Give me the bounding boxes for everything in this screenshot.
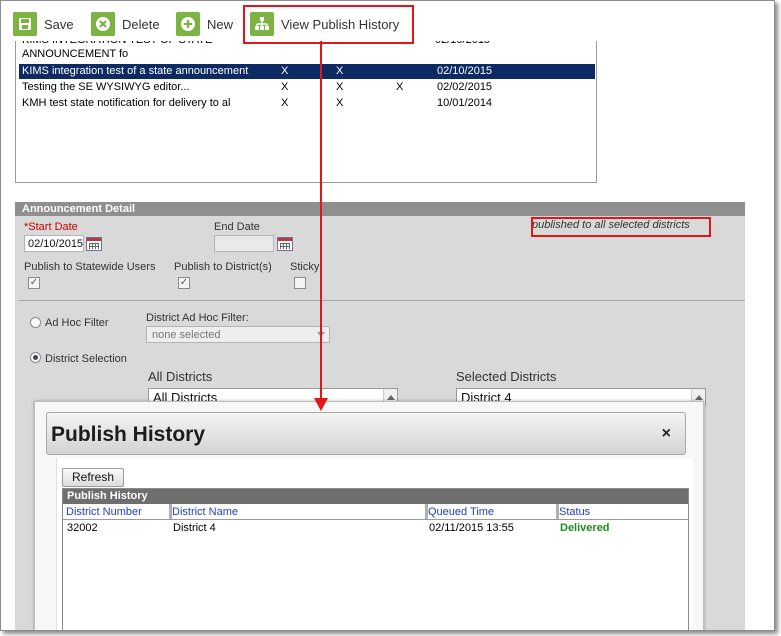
district-ad-hoc-filter-value: none selected [152, 329, 221, 341]
publish-history-modal: Publish History × Refresh Publish Histor… [34, 401, 704, 630]
section-divider [19, 300, 745, 301]
table-header: District Number District Name Queued Tim… [63, 504, 688, 520]
start-date-label: *Start Date [24, 221, 78, 233]
view-publish-history-button[interactable]: View Publish History [250, 11, 399, 37]
announcement-date: 02/10/2015 [437, 65, 493, 77]
district-flag: X [336, 97, 344, 109]
status-cell: Delivered [560, 522, 610, 534]
publish-district-checkbox[interactable]: ✓ [178, 277, 190, 289]
column-queued-time[interactable]: Queued Time [425, 506, 494, 518]
district-selection-radio[interactable] [30, 352, 41, 363]
district-ad-hoc-filter-select[interactable]: none selected [146, 326, 330, 343]
district-name-cell: District 4 [173, 522, 216, 534]
announcement-date: 10/01/2014 [437, 97, 493, 109]
all-districts-title: All Districts [148, 369, 213, 384]
callout-arrow [314, 41, 328, 411]
save-button[interactable]: Save [13, 11, 74, 37]
delete-icon [91, 12, 115, 36]
toolbar: Save Delete New View Publish History [1, 1, 774, 41]
view-publish-history-label: View Publish History [281, 16, 400, 32]
new-icon [176, 12, 200, 36]
end-date-input[interactable] [214, 235, 274, 252]
announcement-title: KMH test state notification for delivery… [22, 97, 231, 109]
publish-statewide-label: Publish to Statewide Users [24, 261, 156, 273]
list-item[interactable]: KMH test state notification for delivery… [19, 96, 595, 111]
statewide-flag: X [281, 97, 289, 109]
table-title: Publish History [63, 489, 688, 504]
delete-label: Delete [122, 16, 160, 32]
publish-status-note: published to all selected districts [532, 219, 690, 231]
district-number-cell: 32002 [67, 522, 98, 534]
close-icon[interactable]: × [662, 425, 671, 443]
announcement-list: KIMS INTEGRATION TEST OF STATE 02/10/201… [15, 35, 597, 183]
start-date-input[interactable]: 02/10/2015 [24, 235, 84, 252]
save-icon [13, 12, 37, 36]
selected-districts-title: Selected Districts [456, 369, 557, 384]
statewide-flag: X [281, 65, 289, 77]
announcement-title: Testing the SE WYSIWYG editor... [22, 81, 190, 93]
district-selection-label: District Selection [45, 353, 127, 365]
announcement-date: 02/02/2015 [437, 81, 493, 93]
ad-hoc-filter-label: Ad Hoc Filter [45, 317, 109, 329]
modal-body: Refresh Publish History District Number … [56, 458, 693, 630]
delete-button[interactable]: Delete [91, 11, 160, 37]
save-label: Save [44, 16, 74, 32]
list-item[interactable]: ANNOUNCEMENT fo [19, 47, 595, 62]
table-row[interactable]: 32002 District 4 02/11/2015 13:55 Delive… [63, 520, 688, 535]
announcement-title: ANNOUNCEMENT fo [22, 48, 129, 60]
new-button[interactable]: New [176, 11, 233, 37]
publish-history-icon [250, 12, 274, 36]
new-label: New [207, 16, 234, 32]
column-status[interactable]: Status [556, 506, 590, 518]
announcement-detail-header: Announcement Detail [15, 202, 745, 216]
statewide-flag: X [281, 81, 289, 93]
list-item-selected[interactable]: KIMS integration test of a state announc… [19, 64, 595, 79]
sticky-flag: X [396, 81, 404, 93]
publish-history-table: Publish History District Number District… [62, 488, 689, 630]
modal-header: Publish History × [46, 412, 686, 455]
column-district-number[interactable]: District Number [63, 506, 142, 518]
calendar-icon[interactable] [277, 237, 293, 251]
end-date-label: End Date [214, 221, 260, 233]
announcement-title: KIMS integration test of a state announc… [22, 65, 249, 77]
district-flag: X [336, 65, 344, 77]
app-window: Save Delete New View Publish History KIM… [0, 0, 775, 631]
ad-hoc-filter-radio[interactable] [30, 317, 41, 328]
sticky-checkbox[interactable] [294, 277, 306, 289]
calendar-icon[interactable] [86, 237, 102, 251]
publish-statewide-checkbox[interactable]: ✓ [28, 277, 40, 289]
refresh-button[interactable]: Refresh [62, 468, 124, 487]
publish-district-label: Publish to District(s) [174, 261, 272, 273]
queued-time-cell: 02/11/2015 13:55 [429, 522, 514, 534]
column-district-name[interactable]: District Name [169, 506, 238, 518]
district-ad-hoc-filter-label: District Ad Hoc Filter: [146, 312, 249, 324]
district-flag: X [336, 81, 344, 93]
list-item[interactable]: Testing the SE WYSIWYG editor... X X X 0… [19, 80, 595, 95]
modal-title: Publish History [51, 423, 206, 446]
